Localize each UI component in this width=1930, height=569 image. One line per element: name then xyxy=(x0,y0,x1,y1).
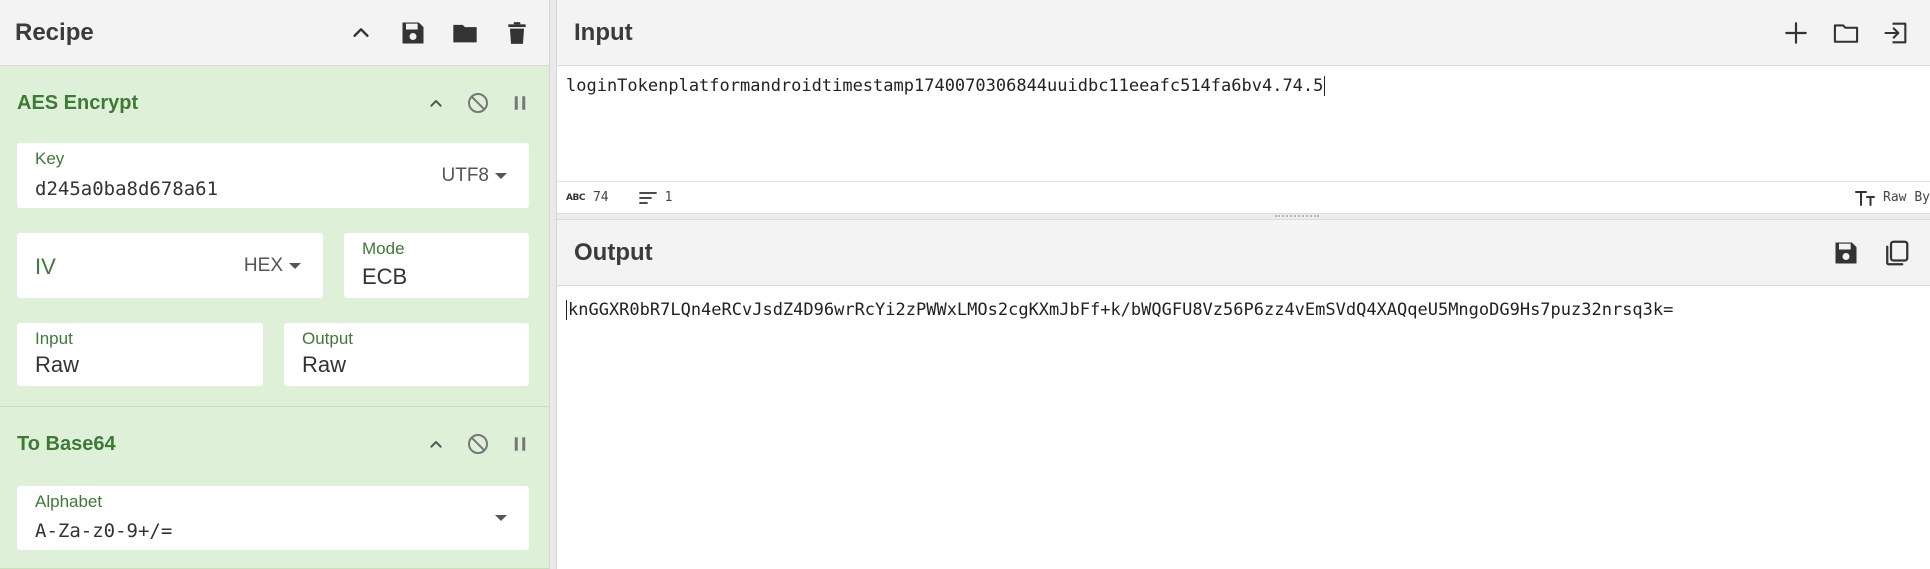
alphabet-field[interactable]: Alphabet A-Za-z0-9+/= xyxy=(17,486,529,550)
operation-aes-encrypt[interactable]: AES Encrypt Key d245a0ba8d678a61 UTF8 IV… xyxy=(0,66,549,407)
output-header: Output xyxy=(557,220,1930,286)
lines-icon xyxy=(638,191,657,204)
lines-value: 1 xyxy=(664,190,673,205)
caret-down-icon xyxy=(289,262,301,269)
input-textarea[interactable]: loginTokenplatformandroidtimestamp174007… xyxy=(566,76,1326,96)
output-format-label: Output xyxy=(302,329,354,348)
alphabet-value[interactable]: A-Za-z0-9+/= xyxy=(35,520,172,542)
input-format-value[interactable]: Raw xyxy=(35,352,79,378)
format-value: Raw By xyxy=(1883,190,1930,205)
length-value: 74 xyxy=(592,190,609,205)
output-format-value[interactable]: Raw xyxy=(302,352,346,378)
iv-encoding-dropdown[interactable]: HEX xyxy=(244,255,301,277)
pause-icon[interactable] xyxy=(508,432,532,456)
grip-icon xyxy=(1275,215,1319,218)
mode-field[interactable]: Mode ECB xyxy=(344,233,529,298)
length-stat: ABC 74 xyxy=(566,190,609,205)
save-output-icon[interactable] xyxy=(1829,236,1863,270)
save-recipe-icon[interactable] xyxy=(396,16,430,50)
operation-title: AES Encrypt xyxy=(17,91,139,114)
input-status-bar: ABC 74 1 Raw By xyxy=(557,181,1930,213)
caret-down-icon xyxy=(495,172,507,179)
operation-title: To Base64 xyxy=(17,432,116,455)
abc-length-icon: ABC xyxy=(566,192,585,203)
output-textarea[interactable]: knGGXR0bR7LQn4eRCvJsdZ4D96wrRcYi2zPWWxLM… xyxy=(566,300,1673,320)
input-header: Input xyxy=(557,0,1930,66)
key-label: Key xyxy=(35,149,65,168)
text-cursor xyxy=(566,300,567,320)
disable-icon[interactable] xyxy=(466,91,490,115)
chevron-up-icon[interactable] xyxy=(344,16,378,50)
output-title: Output xyxy=(574,238,653,266)
key-field[interactable]: Key d245a0ba8d678a61 UTF8 xyxy=(17,143,529,208)
lines-stat: 1 xyxy=(638,190,673,205)
chevron-up-icon[interactable] xyxy=(424,91,448,115)
output-panel: Output knGGXR0bR7LQn4eRCvJsdZ4D96wrRcYi2… xyxy=(557,220,1930,569)
pause-icon[interactable] xyxy=(508,91,532,115)
text-cursor xyxy=(1324,76,1326,96)
open-folder-icon[interactable] xyxy=(1829,16,1863,50)
trash-icon[interactable] xyxy=(500,16,534,50)
key-input[interactable]: d245a0ba8d678a61 xyxy=(35,178,218,200)
input-format-field[interactable]: Input Raw xyxy=(17,323,263,386)
chevron-up-icon[interactable] xyxy=(424,432,448,456)
mode-label: Mode xyxy=(362,239,405,258)
panel-resize-handle[interactable] xyxy=(549,0,557,569)
iv-placeholder-label: IV xyxy=(35,254,56,279)
input-panel: Input loginTokenplatformandroidtimestamp… xyxy=(557,0,1930,213)
caret-down-icon xyxy=(495,515,507,521)
key-encoding-dropdown[interactable]: UTF8 xyxy=(442,165,507,187)
input-format-label: Input xyxy=(35,329,73,348)
copy-icon[interactable] xyxy=(1879,236,1913,270)
alphabet-dropdown[interactable] xyxy=(495,515,507,521)
text-format-icon xyxy=(1855,190,1876,206)
iv-field[interactable]: IV HEX xyxy=(17,233,323,298)
load-file-icon[interactable] xyxy=(1879,16,1913,50)
input-title: Input xyxy=(574,18,633,46)
operation-to-base64[interactable]: To Base64 Alphabet A-Za-z0-9+/= xyxy=(0,407,549,569)
recipe-panel: Recipe AES Encrypt Key d245a0ba8d678a61 … xyxy=(0,0,549,569)
io-panels: Input loginTokenplatformandroidtimestamp… xyxy=(557,0,1930,569)
disable-icon[interactable] xyxy=(466,432,490,456)
recipe-header: Recipe xyxy=(0,0,549,66)
alphabet-label: Alphabet xyxy=(35,492,103,511)
recipe-title: Recipe xyxy=(15,18,94,46)
add-tab-icon[interactable] xyxy=(1779,16,1813,50)
format-selector[interactable]: Raw By xyxy=(1855,190,1930,206)
output-format-field[interactable]: Output Raw xyxy=(284,323,529,386)
folder-icon[interactable] xyxy=(448,16,482,50)
io-resize-handle[interactable] xyxy=(557,213,1930,220)
mode-value[interactable]: ECB xyxy=(362,264,407,290)
